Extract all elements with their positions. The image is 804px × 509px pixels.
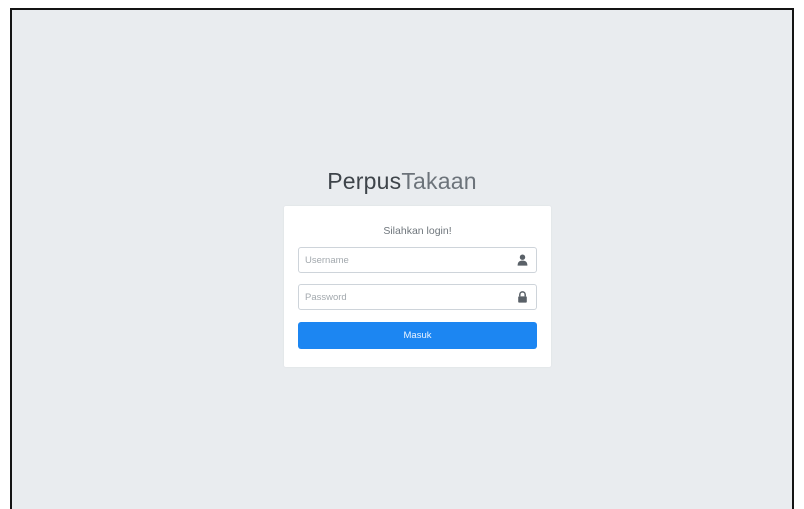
password-input[interactable]	[299, 285, 509, 309]
login-card: Silahkan login! Masuk	[284, 206, 551, 367]
username-field[interactable]	[298, 247, 537, 273]
user-icon	[517, 254, 528, 266]
password-field[interactable]	[298, 284, 537, 310]
logo-part-light: Takaan	[401, 168, 477, 194]
submit-button[interactable]: Masuk	[298, 322, 537, 349]
login-message: Silahkan login!	[383, 225, 452, 237]
app-logo: PerpusTakaan	[12, 168, 792, 195]
username-input[interactable]	[299, 248, 509, 272]
page-frame: PerpusTakaan Silahkan login! Masuk	[10, 8, 794, 509]
lock-icon	[518, 291, 527, 303]
logo-part-bold: Perpus	[327, 168, 402, 194]
